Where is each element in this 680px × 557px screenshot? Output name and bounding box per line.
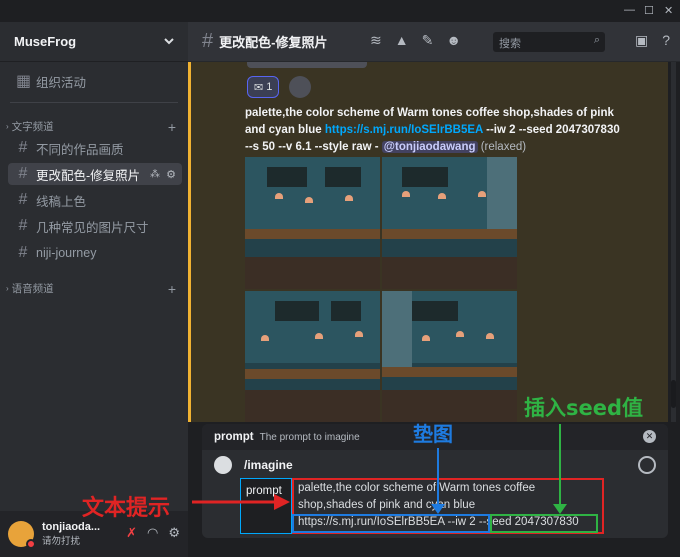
seed-arrowhead xyxy=(553,504,567,514)
pad-arrowhead xyxy=(431,504,445,514)
text-arrowhead xyxy=(274,494,290,510)
annotation-arrows xyxy=(192,424,567,514)
